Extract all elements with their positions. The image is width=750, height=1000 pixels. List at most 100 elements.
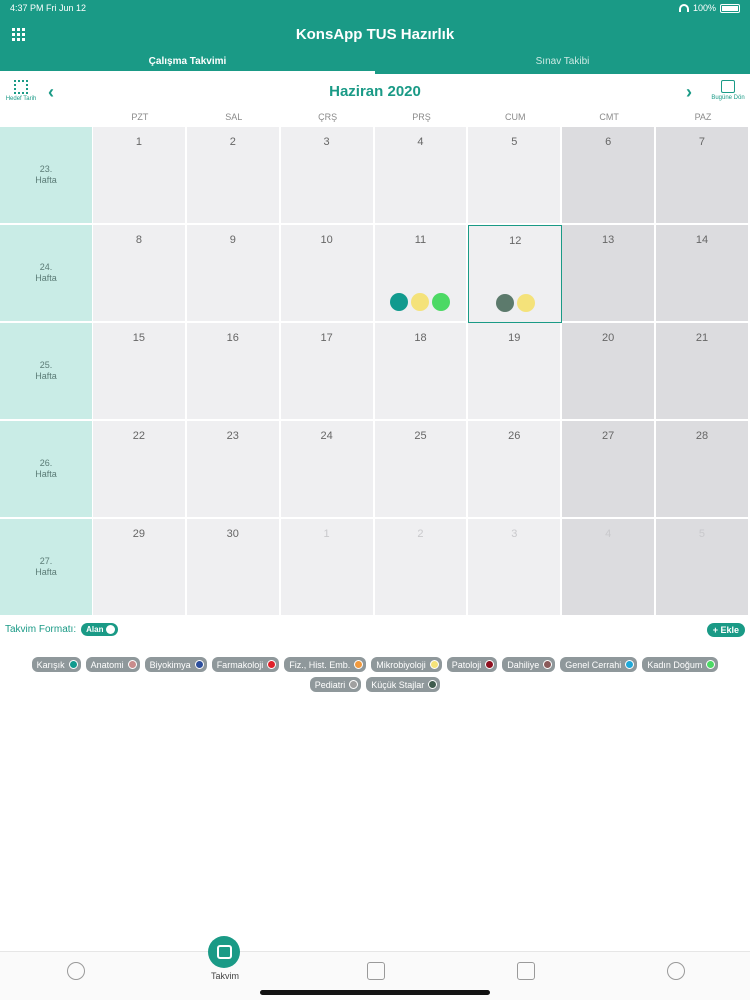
calendar-day-cell[interactable]: 20	[562, 323, 657, 421]
calendar-day-cell[interactable]: 17	[280, 323, 375, 421]
legend-swatch	[267, 660, 277, 669]
app-title: KonsApp TUS Hazırlık	[295, 26, 455, 43]
day-number: 4	[417, 136, 424, 148]
legend-chip[interactable]: Fiz., Hist. Emb.	[284, 657, 367, 672]
calendar-day-cell[interactable]: 29	[93, 519, 187, 617]
go-to-today-button[interactable]: Bugüne Dön	[706, 80, 750, 101]
tab-calisma-takvimi[interactable]: Çalışma Takvimi	[0, 54, 375, 74]
legend-swatch	[68, 660, 78, 669]
calendar-day-cell[interactable]: 26	[468, 421, 563, 519]
legend-label: Genel Cerrahi	[565, 659, 622, 670]
bottom-tab[interactable]	[600, 952, 750, 1000]
legend-label: Anatomi	[90, 659, 124, 670]
calendar-day-cell[interactable]: 1	[93, 127, 187, 225]
calendar-day-cell[interactable]: 22	[93, 421, 187, 519]
legend-swatch	[127, 660, 137, 669]
legend-chip[interactable]: Karışık	[31, 657, 81, 672]
legend-chip[interactable]: Biyokimya	[144, 657, 207, 672]
legend-chip[interactable]: Küçük Stajlar	[366, 677, 441, 692]
calendar-day-cell[interactable]: 4	[562, 519, 657, 617]
day-number: 21	[695, 332, 709, 344]
legend-chip[interactable]: Farmakoloji	[211, 657, 280, 672]
calendar-day-cell[interactable]: 16	[186, 323, 281, 421]
calendar-grid: 23. Hafta 1 2 3 4 5 6 7 24. Hafta 8 9 10 11 12 13 14 25.…	[0, 127, 750, 617]
legend-swatch	[485, 660, 495, 669]
day-number: 30	[226, 528, 239, 540]
week-number-label: 25. Hafta	[0, 323, 93, 421]
calendar-day-cell[interactable]: 4	[374, 127, 469, 225]
bottom-tab-label: Takvim	[210, 971, 239, 981]
tab-sinav-takibi[interactable]: Sınav Takibi	[375, 54, 750, 74]
calendar-day-cell[interactable]: 2	[186, 127, 281, 225]
calendar-day-cell[interactable]: 28	[656, 421, 750, 519]
calendar-day-cell[interactable]: 25	[374, 421, 469, 519]
subject-legend: Karışık Anatomi Biyokimya Farmakoloji Fiz., …	[0, 657, 750, 692]
stats-icon	[367, 962, 385, 980]
day-number: 10	[320, 234, 333, 246]
calendar-day-cell[interactable]: 10	[280, 225, 375, 323]
legend-swatch	[428, 680, 438, 689]
weekday-label: SAL	[225, 112, 243, 122]
calendar-day-cell[interactable]: 3	[468, 519, 563, 617]
weekday-label: PAZ	[694, 112, 712, 122]
calendar-day-cell[interactable]: 8	[93, 225, 187, 323]
day-number: 24	[320, 430, 333, 442]
next-month-chevron-icon[interactable]: ›	[686, 82, 692, 103]
day-number: 14	[695, 234, 709, 246]
calendar-day-cell[interactable]: 9	[186, 225, 281, 323]
home-indicator	[260, 990, 490, 995]
calendar-day-cell[interactable]: 5	[656, 519, 750, 617]
legend-label: Biyokimya	[149, 659, 191, 670]
legend-chip[interactable]: Dahiliye	[502, 657, 556, 672]
event-dot	[516, 294, 535, 312]
legend-chip[interactable]: Patoloji	[446, 657, 498, 672]
day-number: 3	[511, 528, 518, 540]
calendar-day-cell[interactable]: 21	[656, 323, 750, 421]
bottom-tab[interactable]	[0, 952, 150, 1000]
calendar-day-cell[interactable]: 23	[186, 421, 281, 519]
day-number: 11	[414, 234, 427, 246]
calendar-day-cell[interactable]: 14	[656, 225, 750, 323]
legend-chip[interactable]: Genel Cerrahi	[560, 657, 638, 672]
legend-swatch	[543, 660, 553, 669]
legend-chip[interactable]: Pediatri	[309, 677, 362, 692]
day-number: 26	[508, 430, 521, 442]
calendar-day-cell[interactable]: 13	[562, 225, 657, 323]
format-toggle[interactable]: Alan	[81, 623, 119, 636]
day-number: 17	[320, 332, 333, 344]
legend-label: Mikrobiyoloji	[376, 659, 426, 670]
toggle-knob	[106, 625, 116, 634]
calendar-day-cell[interactable]: 2	[374, 519, 469, 617]
event-dot	[411, 293, 430, 311]
calendar-week-row: 23. Hafta 1 2 3 4 5 6 7	[0, 127, 750, 225]
legend-chip[interactable]: Anatomi	[85, 657, 140, 672]
calendar-day-cell[interactable]: 3	[280, 127, 375, 225]
weekday-label: PZT	[131, 112, 149, 122]
event-dot	[390, 293, 409, 311]
calendar-day-cell[interactable]: 24	[280, 421, 375, 519]
calendar-day-cell[interactable]: 12	[468, 225, 563, 323]
legend-chip[interactable]: Kadın Doğum	[642, 657, 719, 672]
legend-label: Dahiliye	[507, 659, 540, 670]
legend-chip[interactable]: Mikrobiyoloji	[371, 657, 442, 672]
add-button[interactable]: + Ekle	[706, 623, 745, 637]
day-number: 6	[605, 136, 612, 148]
calendar-day-cell[interactable]: 19	[468, 323, 563, 421]
legend-swatch	[354, 660, 364, 669]
week-number-label: 27. Hafta	[0, 519, 93, 617]
calendar-day-cell[interactable]: 1	[280, 519, 375, 617]
day-number: 16	[226, 332, 239, 344]
calendar-day-cell[interactable]: 5	[468, 127, 563, 225]
today-label: Bugüne Dön	[711, 95, 745, 101]
calendar-day-cell[interactable]: 7	[656, 127, 750, 225]
week-number-label: 24. Hafta	[0, 225, 93, 323]
calendar-day-cell[interactable]: 11	[374, 225, 469, 323]
calendar-day-cell[interactable]: 6	[562, 127, 657, 225]
day-number: 7	[698, 136, 706, 148]
calendar-day-cell[interactable]: 18	[374, 323, 469, 421]
day-number: 12	[509, 235, 522, 247]
month-title: Haziran 2020	[329, 83, 421, 100]
calendar-day-cell[interactable]: 30	[186, 519, 281, 617]
calendar-day-cell[interactable]: 15	[93, 323, 187, 421]
calendar-day-cell[interactable]: 27	[562, 421, 657, 519]
